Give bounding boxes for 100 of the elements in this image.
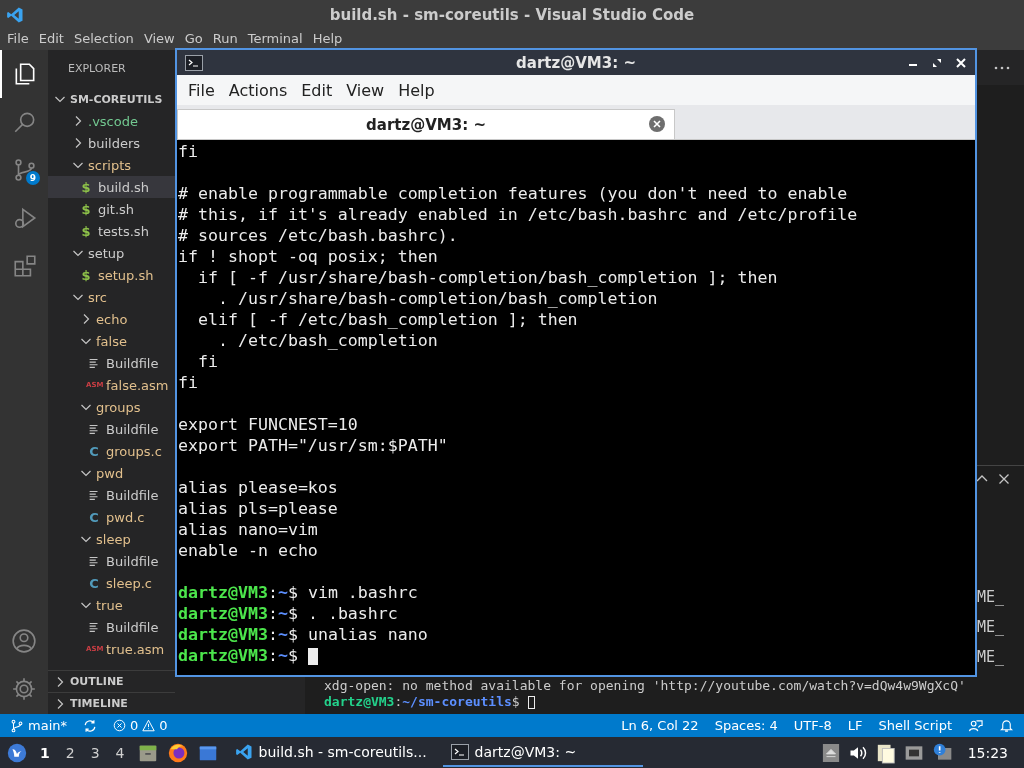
branch-status[interactable]: main* <box>10 718 67 733</box>
status-item[interactable]: UTF-8 <box>793 718 832 733</box>
activity-tab[interactable]: 9 <box>0 146 48 194</box>
tree-folder[interactable]: sleep <box>48 528 175 550</box>
play-bug-icon <box>12 205 38 231</box>
menu-item[interactable]: Selection <box>68 31 139 47</box>
menu-item[interactable]: Actions <box>221 80 295 100</box>
account-icon[interactable] <box>11 628 37 654</box>
tree-entry[interactable]: C groups.c <box>48 440 175 462</box>
tree-folder[interactable]: groups <box>48 396 175 418</box>
menu-item[interactable]: File <box>2 31 34 47</box>
terminal-line: xdg-open: no method available for opening 'http://youtube.com/watch?v=dQw4w9WgXcQ' <box>324 678 967 694</box>
tree-entry[interactable]: Buildfile <box>48 616 175 638</box>
start-menu-icon[interactable] <box>6 741 28 764</box>
tree-folder[interactable]: builders <box>48 132 175 154</box>
tree-entry[interactable]: Buildfile <box>48 418 175 440</box>
terminal-line: . /etc/bash_completion <box>216 330 439 351</box>
prompt-line: dartz@VM3:~/sm-coreutils$ <box>324 694 1024 710</box>
terminal-line: elif [ -f /etc/bash_completion ]; then <box>196 309 579 330</box>
terminal-line: fi <box>196 351 219 372</box>
menu-item[interactable]: Edit <box>294 80 340 100</box>
branch-icon <box>12 157 38 183</box>
taskbar-task[interactable]: dartz@VM3: ~ <box>442 738 643 767</box>
tree-entry[interactable]: C pwd.c <box>48 506 175 528</box>
tree-entry[interactable]: Buildfile <box>48 352 175 374</box>
workspace-button[interactable]: 2 <box>61 744 79 761</box>
menu-item[interactable]: Go <box>179 31 208 47</box>
status-item[interactable]: Spaces: 4 <box>714 718 778 733</box>
menu-item[interactable]: Edit <box>33 31 69 47</box>
warning-icon <box>142 719 156 732</box>
menu-item[interactable]: Help <box>391 80 442 100</box>
prompt-line: dartz@VM3:~$ <box>178 645 975 666</box>
blocks-icon <box>12 253 38 279</box>
notification-icon[interactable] <box>931 742 954 763</box>
tree-folder[interactable]: scripts <box>48 154 175 176</box>
tree-folder[interactable]: src <box>48 286 175 308</box>
terminal-line: alias nano=vim <box>178 519 319 540</box>
tree-folder[interactable]: setup <box>48 242 175 264</box>
tree-folder[interactable]: true <box>48 594 175 616</box>
menu-item[interactable]: View <box>138 31 180 47</box>
terminal-icon <box>450 743 469 760</box>
lines-icon <box>87 422 101 436</box>
tree-folder[interactable]: pwd <box>48 462 175 484</box>
tree-entry[interactable]: $ build.sh <box>48 176 175 198</box>
tree-entry[interactable]: Buildfile <box>48 484 175 506</box>
status-item[interactable]: LF <box>847 718 863 733</box>
window-title: build.sh - sm-coreutils - Visual Studio Code <box>329 6 695 24</box>
terminal-icon <box>185 54 203 71</box>
terminal-line: ME_ <box>976 617 1004 638</box>
tree-folder[interactable]: echo <box>48 308 175 330</box>
status-item[interactable]: Shell Script <box>878 718 952 733</box>
sidebar-title: EXPLORER <box>67 61 127 77</box>
terminal-line: # sources /etc/bash.bashrc). <box>178 225 459 246</box>
terminal-line: # this, if it's already enabled in /etc/bash.bashrc and /etc/profile <box>178 204 859 225</box>
terminal-line: if [ -f /usr/share/bash-completion/bash_completion ]; then <box>196 267 779 288</box>
workspace-button[interactable]: 1 <box>36 744 54 761</box>
problems-status[interactable]: 0 0 <box>113 718 168 733</box>
settings-icon[interactable] <box>11 676 37 702</box>
terminal-line: fi <box>178 141 199 162</box>
feedback-icon[interactable] <box>968 718 983 733</box>
menu-item[interactable]: File <box>181 80 222 100</box>
lines-icon <box>87 488 101 502</box>
tree-entry[interactable]: Buildfile <box>48 550 175 572</box>
section-header[interactable]: OUTLINE <box>48 670 175 692</box>
workspace-button[interactable]: 4 <box>111 744 129 761</box>
tree-entry[interactable]: $ tests.sh <box>48 220 175 242</box>
tree-folder[interactable]: false <box>48 330 175 352</box>
clock: 15:23 <box>967 744 1008 761</box>
eject-icon[interactable] <box>821 742 840 763</box>
menu-item[interactable]: Help <box>307 31 348 47</box>
workspace-button[interactable]: 3 <box>86 744 104 761</box>
taskbar-task[interactable]: build.sh - sm-coreutils... <box>226 738 435 767</box>
tree-folder[interactable]: .vscode <box>48 110 175 132</box>
sync-icon[interactable] <box>83 718 97 733</box>
close-icon[interactable] <box>955 56 967 69</box>
terminal-line: alias please=kos <box>178 477 339 498</box>
prompt-line: dartz@VM3:~$ unalias nano <box>178 624 429 645</box>
menu-item[interactable]: Terminal <box>242 31 308 47</box>
window-title: dartz@VM3: ~ <box>516 53 636 72</box>
terminal-tab[interactable]: dartz@VM3: ~ <box>177 109 675 139</box>
more-actions-icon[interactable] <box>994 65 1010 70</box>
status-item[interactable]: Ln 6, Col 22 <box>621 718 699 733</box>
tree-entry[interactable]: C sleep.c <box>48 572 175 594</box>
terminal-line: fi <box>178 372 199 393</box>
app-logo-icon <box>6 6 24 24</box>
terminal-line: alias pls=please <box>178 498 339 519</box>
browser-icon[interactable] <box>166 741 189 764</box>
lines-icon <box>87 554 101 568</box>
tree-entry[interactable]: $ setup.sh <box>48 264 175 286</box>
lines-icon <box>87 620 101 634</box>
menu-item[interactable]: View <box>339 80 392 100</box>
maximize-icon[interactable] <box>931 56 943 69</box>
terminal-line: export FUNCNEST=10 <box>178 414 359 435</box>
terminal-line: ME_ <box>976 587 1004 608</box>
bell-icon[interactable] <box>999 718 1014 733</box>
folder-header[interactable]: SM-COREUTILS <box>48 88 175 110</box>
terminal-line: export PATH="/usr/sm:$PATH" <box>178 435 449 456</box>
menu-item[interactable]: Run <box>207 31 243 47</box>
tree-entry[interactable]: $ git.sh <box>48 198 175 220</box>
terminal-line: . /usr/share/bash-completion/bash_completion <box>216 288 659 309</box>
